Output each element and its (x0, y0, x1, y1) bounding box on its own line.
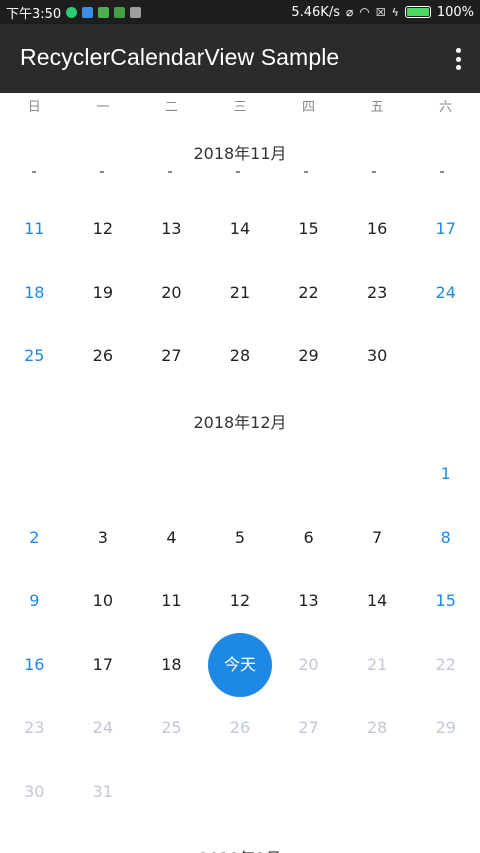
weekday-header: 日 一 二 三 四 五 六 (0, 93, 480, 123)
weekday-label: 四 (302, 100, 316, 115)
month-title: 2018年12月 (193, 413, 287, 432)
day-cell[interactable]: 6 (274, 523, 343, 553)
day-cell[interactable]: 29 (411, 713, 480, 743)
day-cell[interactable]: 29 (274, 341, 343, 371)
day-cell[interactable]: 24 (411, 278, 480, 308)
day-cell[interactable]: 18 (0, 278, 69, 308)
day-cell[interactable]: 15 (274, 214, 343, 244)
weekday-label: 二 (164, 100, 178, 115)
weekday-label: 一 (96, 100, 110, 115)
no-sim-icon: ☒ (375, 5, 386, 19)
day-cell[interactable]: 16 (0, 650, 69, 680)
day-cell[interactable]: 17 (69, 650, 138, 680)
day-cell[interactable]: 26 (206, 713, 275, 743)
day-cell[interactable]: 30 (0, 777, 69, 807)
app-notification-icon (82, 6, 94, 18)
scrolled-row-remnant (0, 171, 480, 179)
battery-icon (404, 6, 431, 18)
day-cell[interactable]: 16 (343, 214, 412, 244)
network-speed: 5.46K/s (291, 4, 340, 20)
app-title: RecyclerCalendarView Sample (20, 44, 340, 70)
day-cell[interactable]: 25 (137, 713, 206, 743)
day-cell[interactable]: 5 (206, 523, 275, 553)
day-cell[interactable]: 4 (137, 523, 206, 553)
today-day-cell[interactable]: 今天 (208, 632, 272, 697)
day-cell[interactable]: 28 (206, 341, 275, 371)
day-cell[interactable]: 27 (274, 713, 343, 743)
day-cell[interactable]: 2 (0, 523, 69, 553)
weekday-label: 日 (27, 100, 41, 115)
day-cell[interactable]: 15 (411, 586, 480, 616)
day-cell[interactable]: 9 (0, 586, 69, 616)
app-notification-icon (98, 6, 110, 18)
more-vert-icon[interactable] (454, 48, 462, 70)
day-cell[interactable]: 14 (343, 586, 412, 616)
app-notification-icon (130, 6, 142, 18)
calendar-list[interactable]: 2018年11月 11 12 13 14 15 16 17 18 19 20 21 22 23 24 25 26… (0, 123, 480, 853)
vibrate-icon: ⌀ (345, 5, 354, 19)
day-cell[interactable]: 24 (69, 713, 138, 743)
weekday-label: 三 (233, 100, 247, 115)
day-cell[interactable]: 23 (0, 713, 69, 743)
day-cell[interactable]: 28 (343, 713, 412, 743)
charging-icon: ϟ (391, 5, 399, 19)
app-bar: RecyclerCalendarView Sample (0, 24, 480, 93)
day-cell[interactable]: 11 (0, 214, 69, 244)
day-cell[interactable]: 25 (0, 341, 69, 371)
clock: 下午3:50 (6, 6, 62, 22)
day-cell[interactable]: 31 (69, 777, 138, 807)
app-notification-icon (114, 6, 126, 18)
day-cell[interactable]: 12 (206, 586, 275, 616)
month-title: 2019年1月 (0, 845, 480, 853)
day-cell[interactable]: 14 (206, 214, 275, 244)
weekday-label: 六 (439, 100, 453, 115)
day-cell[interactable]: 22 (411, 650, 480, 680)
day-cell[interactable]: 11 (137, 586, 206, 616)
day-cell[interactable]: 10 (69, 586, 138, 616)
day-cell[interactable]: 12 (69, 214, 138, 244)
day-cell[interactable]: 30 (343, 341, 412, 371)
day-cell[interactable]: 13 (274, 586, 343, 616)
month-title: 2018年11月 (193, 144, 287, 163)
day-cell[interactable]: 1 (411, 459, 480, 489)
day-cell[interactable]: 21 (206, 278, 275, 308)
day-cell[interactable]: 26 (69, 341, 138, 371)
day-cell[interactable]: 18 (137, 650, 206, 680)
day-cell[interactable]: 17 (411, 214, 480, 244)
day-cell[interactable]: 13 (137, 214, 206, 244)
day-cell[interactable]: 21 (343, 650, 412, 680)
day-cell[interactable]: 20 (137, 278, 206, 308)
day-cell[interactable]: 20 (274, 650, 343, 680)
wifi-icon: ◠ (359, 5, 370, 19)
day-cell[interactable]: 19 (69, 278, 138, 308)
day-cell[interactable]: 7 (343, 523, 412, 553)
shield-icon (66, 6, 78, 18)
status-bar: 下午3:50 5.46K/s ⌀ ◠ ☒ ϟ 100% (0, 0, 480, 24)
weekday-label: 五 (370, 100, 384, 115)
battery-percent: 100% (436, 4, 474, 20)
day-cell[interactable]: 8 (411, 523, 480, 553)
day-cell[interactable]: 3 (69, 523, 138, 553)
day-cell[interactable]: 23 (343, 278, 412, 308)
day-cell[interactable]: 27 (137, 341, 206, 371)
day-cell[interactable]: 22 (274, 278, 343, 308)
